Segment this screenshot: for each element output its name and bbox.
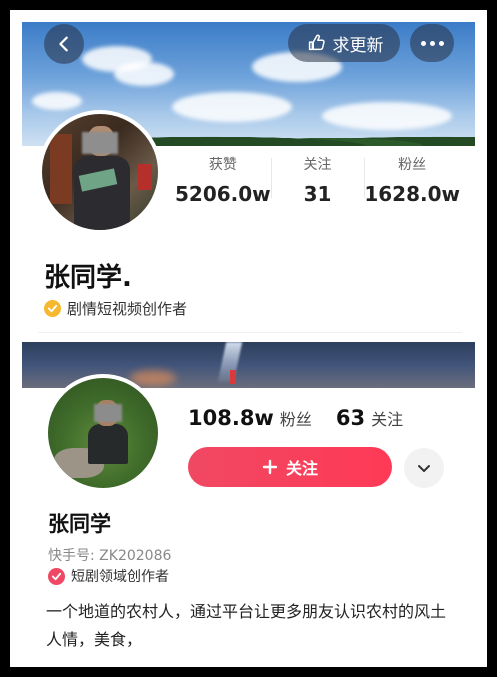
back-button[interactable] [44,24,84,64]
hand-point-icon [308,34,325,51]
followers-label: 粉丝 [398,157,427,173]
more-dots-icon [420,40,426,46]
creator-tag[interactable]: 短剧领域创作者 [48,566,169,586]
followers-label: 粉丝 [279,410,312,429]
check-badge-icon [44,300,61,317]
following-value: 31 [303,182,332,206]
creator-tag[interactable]: 剧情短视频创作者 [44,298,187,319]
profile-stats: 108.8w 粉丝 63 关注 [188,406,421,430]
follow-button[interactable]: 关注 [188,447,392,487]
profile-bio: 一个地道的农村人，通过平台让更多朋友认识农村的风土人情，美食， [46,602,447,649]
creator-tag-label: 短剧领域创作者 [71,569,169,585]
following-label: 关注 [303,157,332,173]
creator-tag-label: 剧情短视频创作者 [67,300,188,318]
profile-stats: 获赞 5206.0w 关注 31 粉丝 1628.0w [175,152,460,212]
chevron-left-icon [59,36,68,52]
following-label: 关注 [371,410,404,429]
divider [38,332,462,333]
request-update-button[interactable]: 求更新 [288,24,400,62]
recommend-dropdown-button[interactable] [404,448,444,488]
likes-label: 获赞 [208,157,237,173]
screenshot-frame: 求更新 获赞 5206.0w 关注 31 粉丝 1628.0w 张同学. 剧情短… [10,10,487,667]
following-stat[interactable]: 关注 31 [270,152,365,212]
followers-value: 108.8w [188,406,274,430]
likes-stat[interactable]: 获赞 5206.0w [175,152,271,212]
avatar[interactable] [38,110,162,234]
more-options-button[interactable] [410,24,454,62]
profile-name: 张同学. [44,263,132,293]
plus-icon [262,459,278,475]
follow-button-label: 关注 [285,459,318,478]
check-badge-icon [48,567,65,585]
request-update-label: 求更新 [332,35,384,56]
following-value: 63 [335,406,366,430]
followers-stat[interactable]: 粉丝 1628.0w [364,152,460,212]
likes-value: 5206.0w [175,182,271,206]
kuaishou-id: 快手号: ZK202086 [48,548,172,564]
chevron-down-icon [418,465,430,472]
profile-name: 张同学 [48,512,111,536]
avatar[interactable] [44,374,162,492]
followers-value: 1628.0w [364,182,460,206]
